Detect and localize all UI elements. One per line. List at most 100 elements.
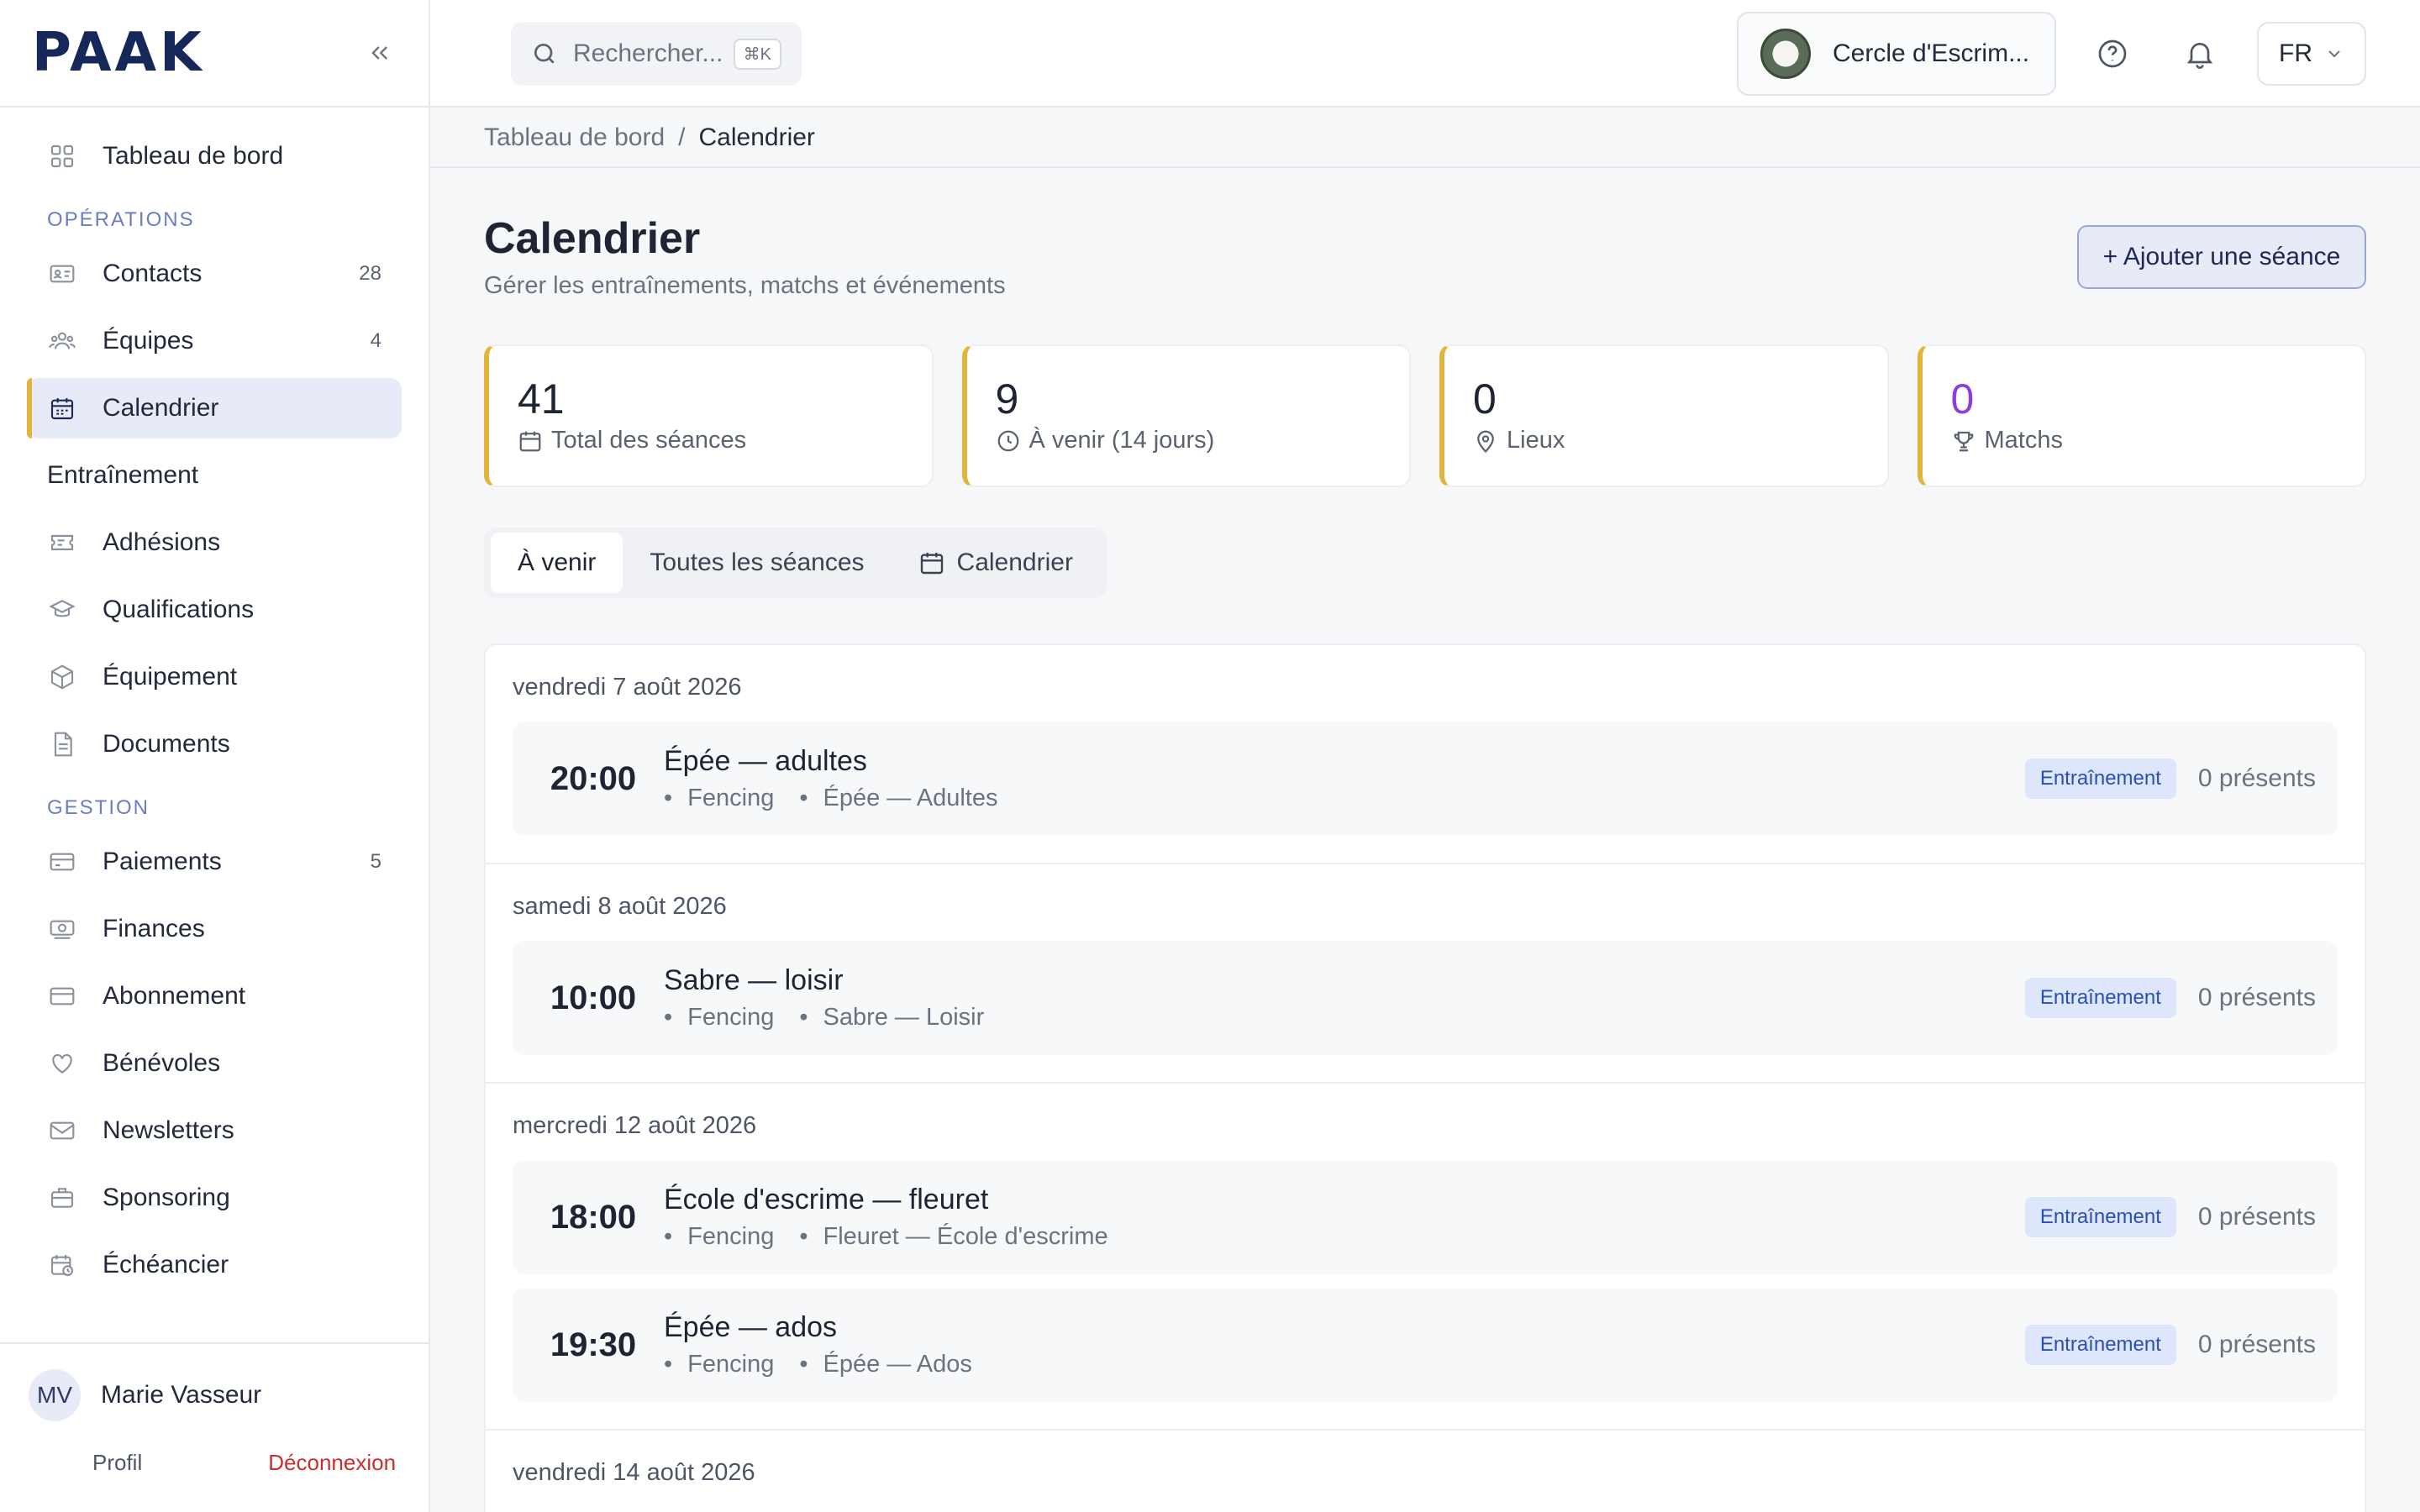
sidebar-item-sponsoring[interactable]: Sponsoring	[27, 1168, 402, 1228]
logo[interactable]: PAAK	[32, 22, 205, 84]
session-title: Sabre — loisir	[664, 964, 844, 996]
sidebar-item-volunteers[interactable]: Bénévoles	[27, 1033, 402, 1094]
add-session-button[interactable]: + Ajouter une séance	[2077, 225, 2366, 289]
session-sport: Fencing	[664, 785, 774, 812]
day-group: mercredi 12 août 2026 18:00 École d'escr…	[486, 1084, 2365, 1431]
shortcut-badge: ⌘K	[733, 38, 781, 70]
session-title: École d'escrime — fleuret	[664, 1184, 989, 1215]
stat-label-row: Matchs	[1951, 427, 2337, 454]
club-logo-icon	[1760, 29, 1811, 79]
profile-link[interactable]: Profil	[92, 1450, 142, 1476]
sidebar-item-schedule[interactable]: Échéancier	[27, 1235, 402, 1295]
sidebar-item-dashboard[interactable]: Tableau de bord	[27, 126, 402, 186]
session-meta: Fencing Épée — Ados	[664, 1351, 972, 1378]
attendance-count: 0 présents	[2197, 764, 2316, 792]
calendar-icon	[920, 553, 943, 575]
stat-label-row: À venir (14 jours)	[996, 427, 1381, 454]
search-input[interactable]: Rechercher... ⌘K	[511, 22, 802, 86]
sidebar-item-label: Bénévoles	[103, 1049, 221, 1077]
session-info: Sabre — loisir Fencing Sabre — Loisir	[664, 964, 984, 1032]
grid-icon	[47, 141, 77, 171]
sidebar-item-newsletters[interactable]: Newsletters	[27, 1100, 402, 1161]
calendar-clock-icon	[47, 1250, 77, 1280]
session-row[interactable]: 18:00 École d'escrime — fleuret Fencing …	[513, 1160, 2338, 1274]
calendar-icon	[519, 431, 541, 451]
avatar[interactable]: MV	[29, 1369, 81, 1421]
session-time: 19:30	[550, 1326, 637, 1363]
box-icon	[47, 662, 77, 692]
sidebar-item-equipment[interactable]: Équipement	[27, 647, 402, 707]
ticket-icon	[47, 528, 77, 558]
attendance-count: 0 présents	[2197, 1331, 2316, 1358]
sidebar-item-label: Équipement	[103, 663, 238, 690]
section-label-management: GESTION	[47, 796, 150, 819]
stat-value: 41	[518, 375, 565, 423]
sidebar-item-label: Qualifications	[103, 596, 255, 623]
club-selector[interactable]: Cercle d'Escrim...	[1737, 12, 2056, 96]
graduation-cap-icon	[47, 595, 77, 625]
calendar-icon	[47, 393, 77, 423]
stat-card-matches: 0 Matchs	[1917, 344, 2366, 487]
day-title: vendredi 7 août 2026	[513, 674, 742, 701]
session-row[interactable]: 10:00 Sabre — loisir Fencing Sabre — Loi…	[513, 941, 2338, 1055]
user-row[interactable]: MV Marie Vasseur	[29, 1369, 400, 1421]
sidebar-item-label: Paiements	[103, 848, 222, 875]
breadcrumb: Tableau de bord / Calendrier	[430, 109, 2420, 168]
sidebar-item-label: Finances	[103, 915, 205, 942]
sidebar-item-calendar[interactable]: Calendrier	[27, 378, 402, 438]
banknote-icon	[47, 914, 77, 944]
stat-label: Matchs	[1984, 427, 2063, 454]
tab-upcoming[interactable]: À venir	[491, 533, 623, 593]
session-title: Épée — ados	[664, 1311, 838, 1343]
stat-label-row: Total des séances	[518, 427, 903, 454]
session-type-badge: Entraînement	[2024, 759, 2176, 799]
session-time: 18:00	[550, 1198, 637, 1236]
stats-row: 41 Total des séances 9 À venir (14 jours…	[484, 344, 2366, 487]
breadcrumb-root[interactable]: Tableau de bord	[484, 123, 665, 152]
id-card-icon	[47, 259, 77, 289]
session-info: Épée — adultes Fencing Épée — Adultes	[664, 745, 997, 812]
sidebar-item-training[interactable]: Entraînement	[27, 445, 402, 506]
tab-all-sessions[interactable]: Toutes les séances	[623, 533, 891, 593]
session-type-badge: Entraînement	[2024, 1325, 2176, 1365]
sidebar-item-label: Entraînement	[47, 461, 199, 489]
session-meta: Fencing Sabre — Loisir	[664, 1004, 984, 1032]
sidebar-item-label: Adhésions	[103, 528, 221, 556]
stat-card-venues: 0 Lieux	[1439, 344, 1889, 487]
sidebar-item-label: Équipes	[103, 327, 194, 354]
sidebar-item-memberships[interactable]: Adhésions	[27, 512, 402, 573]
heart-icon	[47, 1048, 77, 1079]
stat-value: 0	[1473, 375, 1497, 423]
page-title: Calendrier	[484, 214, 701, 263]
language-select[interactable]: FR	[2257, 22, 2366, 86]
session-row[interactable]: 19:30 Épée — ados Fencing Épée — Ados En…	[513, 1288, 2338, 1402]
contacts-count: 28	[359, 262, 381, 285]
session-type-badge: Entraînement	[2024, 1197, 2176, 1237]
breadcrumb-current: Calendrier	[698, 123, 815, 151]
session-group: Épée — Adultes	[799, 785, 997, 812]
topbar: Rechercher... ⌘K Cercle d'Escrim... FR	[430, 0, 2420, 108]
bell-icon[interactable]	[2180, 34, 2220, 74]
help-icon[interactable]	[2092, 34, 2133, 74]
map-pin-icon	[1477, 430, 1494, 453]
day-title: mercredi 12 août 2026	[513, 1112, 757, 1139]
sidebar-item-subscription[interactable]: Abonnement	[27, 966, 402, 1026]
sidebar-item-documents[interactable]: Documents	[27, 714, 402, 774]
tab-calendar[interactable]: Calendrier	[892, 533, 1100, 593]
collapse-sidebar-icon[interactable]	[363, 36, 397, 70]
sidebar-item-payments[interactable]: Paiements 5	[27, 832, 402, 892]
logout-link[interactable]: Déconnexion	[268, 1450, 396, 1476]
sidebar-item-contacts[interactable]: Contacts 28	[27, 244, 402, 304]
sidebar-item-teams[interactable]: Équipes 4	[27, 311, 402, 371]
breadcrumb-separator: /	[678, 123, 686, 151]
session-row[interactable]: 20:00 Épée — adultes Fencing Épée — Adul…	[513, 722, 2338, 836]
chevron-down-icon	[2328, 50, 2340, 58]
day-group: vendredi 14 août 2026	[486, 1431, 2365, 1512]
session-sport: Fencing	[664, 1351, 774, 1378]
sidebar-item-finances[interactable]: Finances	[27, 899, 402, 959]
sidebar-item-qualifications[interactable]: Qualifications	[27, 580, 402, 640]
document-icon	[47, 729, 77, 759]
sidebar-item-label: Newsletters	[103, 1116, 234, 1144]
sidebar-item-label: Sponsoring	[103, 1184, 230, 1211]
sidebar-item-label: Contacts	[103, 260, 203, 287]
